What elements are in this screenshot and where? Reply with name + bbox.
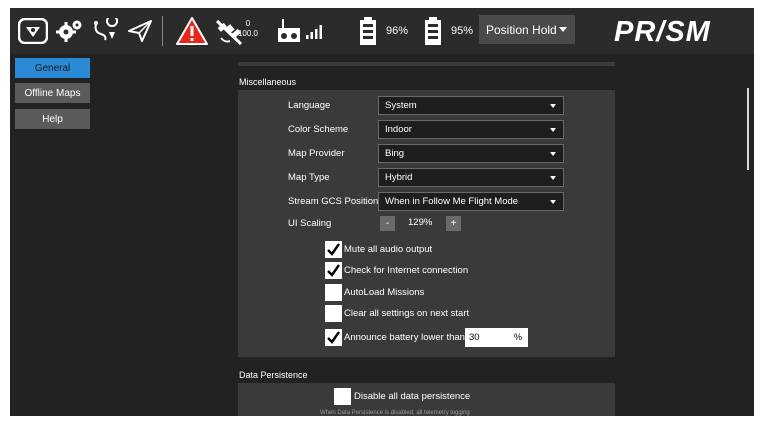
app-window: 0 100.0 96% 95% Position Hold PR/SM Gene… [10, 8, 754, 416]
battery-threshold-value: 30 [469, 332, 480, 343]
check-internet-label: Check for Internet connection [344, 265, 469, 276]
language-value: System [385, 100, 417, 111]
clear-settings-label: Clear all settings on next start [344, 308, 470, 319]
map-type-select[interactable]: Hybrid [378, 168, 564, 187]
map-type-label: Map Type [288, 172, 330, 183]
announce-battery-label: Announce battery lower than [344, 332, 465, 343]
announce-battery-checkbox[interactable] [325, 329, 342, 346]
language-select[interactable]: System [378, 96, 564, 115]
battery-icon [360, 17, 376, 45]
plan-view-button[interactable] [92, 8, 120, 54]
rc-transmitter-icon [278, 19, 300, 42]
chevron-down-icon [550, 104, 556, 108]
mute-audio-label: Mute all audio output [344, 244, 433, 255]
stream-gcs-value: When in Follow Me Flight Mode [385, 196, 519, 207]
color-scheme-value: Indoor [385, 124, 412, 135]
stream-gcs-label: Stream GCS Position [288, 196, 379, 207]
battery-threshold-input[interactable]: 30 % [465, 328, 528, 347]
chevron-down-icon [550, 200, 556, 204]
persistence-note: When Data Persistence is disabled, all t… [320, 410, 470, 416]
flight-mode-value: Position Hold [486, 22, 557, 37]
battery1-percent: 96% [386, 25, 409, 37]
paper-plane-icon [128, 20, 152, 42]
battery2-indicator[interactable]: 95% [424, 8, 473, 54]
previous-section-edge [238, 62, 615, 66]
fly-view-button[interactable] [126, 8, 154, 54]
checkmark-icon [327, 331, 340, 344]
drone-logo-icon [18, 18, 48, 44]
gps-readout: 0 100.0 [236, 19, 260, 39]
sidebar-item-general[interactable]: General [15, 58, 90, 78]
battery-icon [425, 17, 441, 45]
warning-triangle-icon [176, 17, 208, 45]
sidebar-item-offline-maps[interactable]: Offline Maps [15, 83, 90, 103]
map-provider-select[interactable]: Bing [378, 144, 564, 163]
chevron-down-icon [559, 27, 567, 32]
map-provider-label: Map Provider [288, 148, 345, 159]
battery-threshold-unit: % [513, 332, 522, 342]
telemetry-rssi-indicator[interactable] [304, 8, 326, 54]
color-scheme-select[interactable]: Indoor [378, 120, 564, 139]
message-indicator[interactable] [175, 8, 209, 54]
signal-bars-icon [306, 25, 322, 39]
gps-satellite-count: 0 [245, 19, 251, 28]
ui-scaling-increase-button[interactable]: + [446, 216, 461, 231]
waypoint-route-icon [94, 18, 119, 41]
language-label: Language [288, 100, 331, 111]
battery2-percent: 95% [451, 25, 474, 37]
ui-scaling-decrease-button[interactable]: - [380, 216, 395, 231]
checkmark-icon [327, 243, 340, 256]
brand-logo: PR/SM [614, 16, 711, 48]
section-title-miscellaneous: Miscellaneous [239, 77, 297, 87]
disable-persistence-checkbox[interactable] [334, 388, 351, 405]
checkmark-icon [327, 264, 340, 277]
chevron-down-icon [550, 152, 556, 156]
gears-icon [56, 20, 82, 42]
clear-settings-checkbox[interactable] [325, 305, 342, 322]
check-internet-checkbox[interactable] [325, 262, 342, 279]
settings-view-button[interactable] [56, 8, 84, 54]
ui-scaling-value: 129% [408, 217, 433, 228]
gps-hdop: 100.0 [237, 29, 259, 38]
autoload-missions-checkbox[interactable] [325, 284, 342, 301]
toolbar-divider [162, 16, 163, 46]
ui-scaling-label: UI Scaling [288, 218, 332, 229]
map-type-value: Hybrid [385, 172, 413, 183]
chevron-down-icon [550, 128, 556, 132]
toolbar: 0 100.0 96% 95% Position Hold PR/SM [10, 8, 754, 54]
mute-audio-checkbox[interactable] [325, 241, 342, 258]
rc-rssi-indicator[interactable] [277, 8, 301, 54]
sidebar-item-help[interactable]: Help [15, 109, 90, 129]
map-provider-value: Bing [385, 148, 405, 159]
section-title-data-persistence: Data Persistence [239, 370, 308, 380]
stream-gcs-select[interactable]: When in Follow Me Flight Mode [378, 192, 564, 211]
app-menu-button[interactable] [18, 8, 48, 54]
chevron-down-icon [550, 176, 556, 180]
color-scheme-label: Color Scheme [288, 124, 349, 135]
vertical-scrollbar[interactable] [747, 88, 749, 170]
battery1-indicator[interactable]: 96% [359, 8, 408, 54]
flight-mode-select[interactable]: Position Hold [479, 15, 575, 44]
disable-persistence-label: Disable all data persistence [354, 391, 471, 402]
autoload-missions-label: AutoLoad Missions [344, 287, 425, 298]
